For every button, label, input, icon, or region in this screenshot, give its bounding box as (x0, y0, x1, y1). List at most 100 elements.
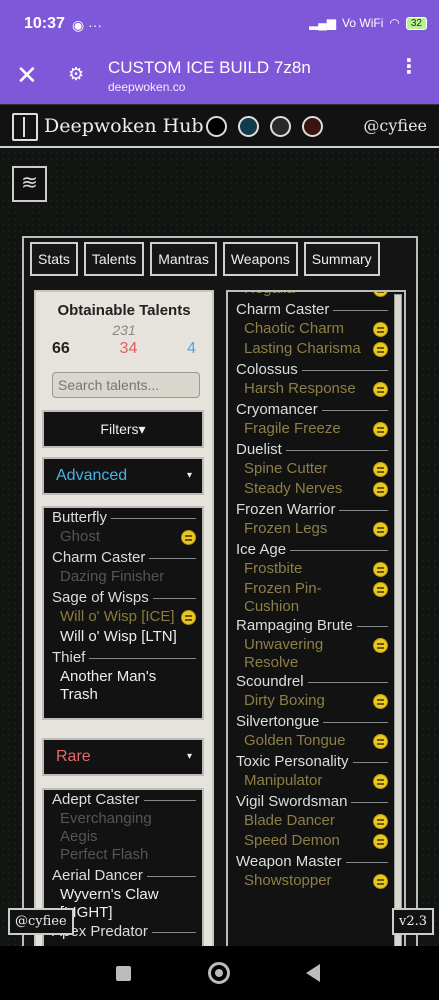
talent-card-icon[interactable] (373, 874, 388, 889)
tab-talents[interactable]: Talents (83, 242, 145, 276)
talent-item[interactable]: Lasting Charisma (228, 340, 394, 360)
talent-item[interactable]: Frozen Pin-Cushion (228, 580, 394, 616)
talent-card-icon[interactable] (373, 694, 388, 709)
talent-item[interactable]: Regalia (228, 292, 394, 300)
talent-item[interactable]: Frozen Legs (228, 520, 394, 540)
category-header: Duelist (228, 440, 394, 460)
talent-item[interactable]: Will o' Wisp [LTN] (44, 628, 202, 648)
talent-card-icon[interactable] (181, 530, 196, 545)
talent-card-icon[interactable] (373, 734, 388, 749)
advanced-dropdown[interactable]: Advanced ▾ (42, 457, 204, 495)
talent-card-icon[interactable] (373, 814, 388, 829)
talent-card-icon[interactable] (373, 834, 388, 849)
talent-card-icon[interactable] (373, 582, 388, 597)
talent-label: Ghost (60, 528, 101, 545)
tab-mantras[interactable]: Mantras (150, 242, 217, 276)
category-header: Silvertongue (228, 712, 394, 732)
talent-card-icon[interactable] (373, 382, 388, 397)
talent-item[interactable]: Ghost (44, 528, 202, 548)
talent-item[interactable]: Perfect Flash (44, 846, 202, 866)
handle-badge[interactable]: @cyfiee (8, 908, 74, 935)
author-handle[interactable]: @cyfiee (363, 116, 427, 135)
theme-swatch-black[interactable] (206, 116, 227, 137)
deepwoken-logo-icon[interactable] (12, 113, 38, 141)
talent-item[interactable]: Another Man's Trash (44, 668, 202, 704)
filters-button[interactable]: Filters▾ (42, 410, 204, 448)
talent-card-icon[interactable] (373, 482, 388, 497)
talent-label: Wyvern's Claw [LIGHT] (60, 886, 159, 921)
talent-label: Steady Nerves (244, 480, 343, 497)
talent-item[interactable]: Everchanging Aegis (44, 810, 202, 846)
talent-card-icon[interactable] (373, 774, 388, 789)
hamburger-menu-icon[interactable]: ≋ (12, 166, 47, 202)
wifi-icon: ◠ (389, 16, 400, 30)
talent-card-icon[interactable] (373, 462, 388, 477)
recents-icon[interactable] (116, 966, 131, 981)
talent-label: Showstopper (244, 872, 332, 889)
tab-summary[interactable]: Summary (303, 242, 380, 276)
tab-weapons[interactable]: Weapons (222, 242, 298, 276)
talent-item[interactable]: Showstopper (228, 872, 394, 892)
page-title: CUSTOM ICE BUILD 7z8n (108, 58, 311, 77)
theme-swatch-teal[interactable] (238, 116, 259, 137)
category-header: Vigil Swordsman (228, 792, 394, 812)
builder-frame: Stats Talents Mantras Weapons Summary Ob… (22, 236, 418, 946)
talent-item[interactable]: Spine Cutter (228, 460, 394, 480)
category-label: Adept Caster (52, 791, 140, 808)
category-header: Thief (44, 648, 202, 668)
talent-card-icon[interactable] (373, 638, 388, 653)
rare-dropdown[interactable]: Rare ▾ (42, 738, 204, 776)
site-title[interactable]: Deepwoken Hub (44, 115, 204, 137)
divider (111, 518, 196, 519)
overflow-menu-icon[interactable]: ⋮ (399, 57, 419, 77)
panel-title: Obtainable Talents (57, 302, 191, 319)
divider (149, 558, 196, 559)
divider (302, 370, 388, 371)
category-label: Rampaging Brute (236, 617, 353, 634)
talent-card-icon[interactable] (373, 562, 388, 577)
theme-swatch-brown[interactable] (302, 116, 323, 137)
category-header: Frozen Warrior (228, 500, 394, 520)
talent-item[interactable]: Manipulator (228, 772, 394, 792)
talent-item[interactable]: Frostbite (228, 560, 394, 580)
talent-item[interactable]: Steady Nerves (228, 480, 394, 500)
talent-item[interactable]: Chaotic Charm (228, 320, 394, 340)
advanced-label: Advanced (56, 467, 128, 484)
divider (144, 800, 196, 801)
talent-card-icon[interactable] (373, 322, 388, 337)
category-label: Aerial Dancer (52, 867, 143, 884)
talent-item[interactable]: Unwavering Resolve (228, 636, 394, 672)
talent-label: Harsh Response (244, 380, 356, 397)
category-label: Weapon Master (236, 853, 342, 870)
talent-card-icon[interactable] (373, 342, 388, 357)
search-talents-input[interactable] (52, 372, 200, 398)
talent-item[interactable]: Dirty Boxing (228, 692, 394, 712)
talent-item[interactable]: Harsh Response (228, 380, 394, 400)
tab-stats[interactable]: Stats (30, 242, 78, 276)
talent-item[interactable]: Dazing Finisher (44, 568, 202, 588)
signal-icon: ▂▄▆ (309, 16, 337, 30)
talent-item[interactable]: Fragile Freeze (228, 420, 394, 440)
home-icon[interactable] (208, 962, 230, 984)
talent-card-icon[interactable] (373, 422, 388, 437)
talent-card-icon[interactable] (181, 610, 196, 625)
category-label: Frozen Warrior (236, 501, 336, 518)
close-icon[interactable]: ✕ (16, 62, 38, 88)
talent-item[interactable]: Will o' Wisp [ICE] (44, 608, 202, 628)
category-label: Toxic Personality (236, 753, 349, 770)
scrollbar[interactable] (394, 294, 402, 946)
talent-item[interactable]: Golden Tongue (228, 732, 394, 752)
category-label: Vigil Swordsman (236, 793, 348, 810)
talent-card-icon[interactable] (373, 522, 388, 537)
talent-label: Lasting Charisma (244, 340, 361, 357)
talent-item[interactable]: Blade Dancer (228, 812, 394, 832)
back-icon[interactable] (306, 964, 320, 982)
version-badge: v2.3 (392, 908, 435, 935)
theme-swatch-gray[interactable] (270, 116, 291, 137)
talent-card-icon[interactable] (373, 292, 388, 297)
category-label: Silvertongue (236, 713, 320, 730)
site-settings-icon[interactable]: ⚙ (68, 64, 84, 85)
divider (353, 762, 388, 763)
tab-bar: Stats Talents Mantras Weapons Summary (28, 242, 412, 282)
talent-item[interactable]: Speed Demon (228, 832, 394, 852)
